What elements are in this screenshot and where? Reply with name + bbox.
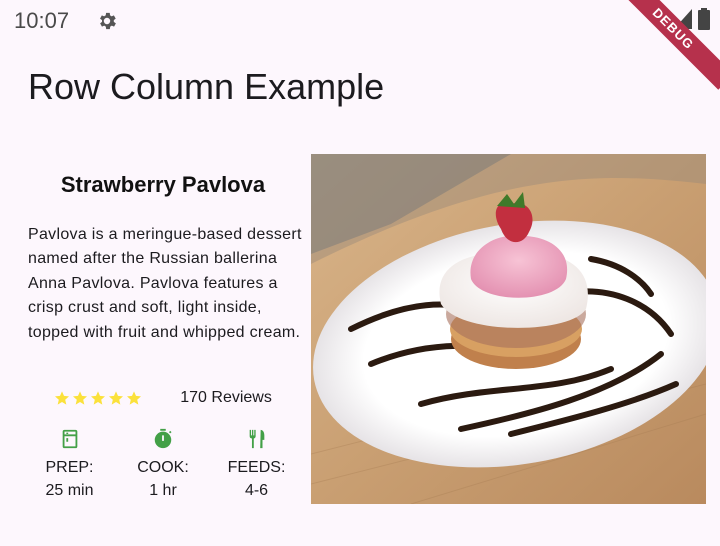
- review-count: 170 Reviews: [180, 389, 272, 406]
- star-icon: [109, 391, 124, 405]
- star-icon: [55, 391, 70, 405]
- status-bar: 10:07 DEBUG: [0, 0, 720, 90]
- prep-info: PREP: 25 min: [30, 428, 110, 502]
- star-rating: [54, 390, 142, 406]
- cook-info: COOK: 1 hr: [123, 428, 203, 502]
- prep-label: PREP:: [45, 459, 94, 476]
- battery-icon: [698, 8, 710, 30]
- rating-row: 170 Reviews: [16, 384, 310, 412]
- feeds-value: 4-6: [244, 482, 269, 499]
- kitchen-icon: [62, 429, 77, 449]
- recipe-description: Pavlova is a meringue-based dessert name…: [28, 226, 302, 341]
- status-time: 10:07: [14, 8, 70, 33]
- cook-value: 1 hr: [149, 482, 177, 499]
- recipe-details-column: Strawberry Pavlova Pavlova is a meringue…: [16, 154, 310, 504]
- cook-label: COOK:: [137, 459, 189, 476]
- settings-gear-icon: [100, 12, 116, 30]
- recipe-info-row: PREP: 25 min COOK: 1 hr FEEDS: 4-6: [16, 428, 310, 502]
- timer-icon: [154, 428, 172, 449]
- restaurant-icon: [249, 429, 264, 449]
- star-icon: [127, 391, 142, 405]
- feeds-info: FEEDS: 4-6: [217, 428, 297, 502]
- recipe-title: Strawberry Pavlova: [60, 172, 266, 197]
- star-icon: [91, 391, 106, 405]
- pavlova-photo: [311, 154, 706, 504]
- feeds-label: FEEDS:: [227, 459, 286, 476]
- prep-value: 25 min: [45, 482, 94, 499]
- page-title: Row Column Example: [28, 66, 385, 107]
- star-icon: [73, 391, 88, 405]
